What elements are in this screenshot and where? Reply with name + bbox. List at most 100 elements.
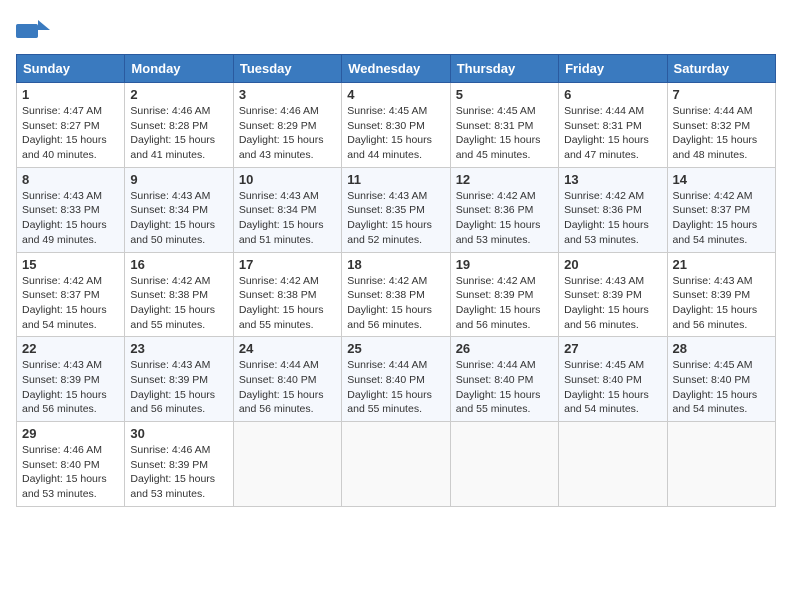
sunset-label: Sunset: 8:36 PM xyxy=(456,204,534,216)
calendar-cell: 30 Sunrise: 4:46 AM Sunset: 8:39 PM Dayl… xyxy=(125,422,233,507)
sunrise-label: Sunrise: 4:45 AM xyxy=(347,105,427,117)
calendar-cell: 12 Sunrise: 4:42 AM Sunset: 8:36 PM Dayl… xyxy=(450,167,558,252)
sunrise-label: Sunrise: 4:43 AM xyxy=(130,359,210,371)
calendar-cell: 10 Sunrise: 4:43 AM Sunset: 8:34 PM Dayl… xyxy=(233,167,341,252)
sunrise-label: Sunrise: 4:42 AM xyxy=(239,275,319,287)
day-number: 23 xyxy=(130,341,227,356)
day-number: 6 xyxy=(564,87,661,102)
day-info: Sunrise: 4:43 AM Sunset: 8:39 PM Dayligh… xyxy=(673,274,770,333)
calendar-header-row: SundayMondayTuesdayWednesdayThursdayFrid… xyxy=(17,55,776,83)
sunset-label: Sunset: 8:40 PM xyxy=(22,459,100,471)
daylight-label: Daylight: 15 hoursand 43 minutes. xyxy=(239,134,324,161)
sunset-label: Sunset: 8:31 PM xyxy=(456,120,534,132)
day-number: 19 xyxy=(456,257,553,272)
day-info: Sunrise: 4:44 AM Sunset: 8:40 PM Dayligh… xyxy=(456,358,553,417)
sunset-label: Sunset: 8:39 PM xyxy=(130,459,208,471)
daylight-label: Daylight: 15 hoursand 55 minutes. xyxy=(456,389,541,416)
day-info: Sunrise: 4:43 AM Sunset: 8:33 PM Dayligh… xyxy=(22,189,119,248)
sunset-label: Sunset: 8:40 PM xyxy=(456,374,534,386)
calendar-cell: 2 Sunrise: 4:46 AM Sunset: 8:28 PM Dayli… xyxy=(125,83,233,168)
sunset-label: Sunset: 8:33 PM xyxy=(22,204,100,216)
day-info: Sunrise: 4:43 AM Sunset: 8:34 PM Dayligh… xyxy=(130,189,227,248)
calendar-header-monday: Monday xyxy=(125,55,233,83)
calendar-week-row: 29 Sunrise: 4:46 AM Sunset: 8:40 PM Dayl… xyxy=(17,422,776,507)
day-info: Sunrise: 4:45 AM Sunset: 8:40 PM Dayligh… xyxy=(673,358,770,417)
day-info: Sunrise: 4:45 AM Sunset: 8:31 PM Dayligh… xyxy=(456,104,553,163)
sunrise-label: Sunrise: 4:42 AM xyxy=(673,190,753,202)
calendar-table: SundayMondayTuesdayWednesdayThursdayFrid… xyxy=(16,54,776,507)
day-info: Sunrise: 4:46 AM Sunset: 8:29 PM Dayligh… xyxy=(239,104,336,163)
calendar-cell: 14 Sunrise: 4:42 AM Sunset: 8:37 PM Dayl… xyxy=(667,167,775,252)
sunset-label: Sunset: 8:39 PM xyxy=(673,289,751,301)
calendar-cell: 11 Sunrise: 4:43 AM Sunset: 8:35 PM Dayl… xyxy=(342,167,450,252)
day-info: Sunrise: 4:42 AM Sunset: 8:38 PM Dayligh… xyxy=(130,274,227,333)
day-number: 29 xyxy=(22,426,119,441)
sunset-label: Sunset: 8:29 PM xyxy=(239,120,317,132)
sunrise-label: Sunrise: 4:44 AM xyxy=(456,359,536,371)
day-number: 14 xyxy=(673,172,770,187)
daylight-label: Daylight: 15 hoursand 40 minutes. xyxy=(22,134,107,161)
daylight-label: Daylight: 15 hoursand 44 minutes. xyxy=(347,134,432,161)
calendar-header-saturday: Saturday xyxy=(667,55,775,83)
day-number: 9 xyxy=(130,172,227,187)
sunset-label: Sunset: 8:34 PM xyxy=(130,204,208,216)
day-info: Sunrise: 4:47 AM Sunset: 8:27 PM Dayligh… xyxy=(22,104,119,163)
calendar-cell: 6 Sunrise: 4:44 AM Sunset: 8:31 PM Dayli… xyxy=(559,83,667,168)
sunrise-label: Sunrise: 4:44 AM xyxy=(239,359,319,371)
calendar-cell: 24 Sunrise: 4:44 AM Sunset: 8:40 PM Dayl… xyxy=(233,337,341,422)
calendar-cell: 15 Sunrise: 4:42 AM Sunset: 8:37 PM Dayl… xyxy=(17,252,125,337)
day-number: 17 xyxy=(239,257,336,272)
day-number: 3 xyxy=(239,87,336,102)
day-info: Sunrise: 4:42 AM Sunset: 8:36 PM Dayligh… xyxy=(564,189,661,248)
day-info: Sunrise: 4:43 AM Sunset: 8:34 PM Dayligh… xyxy=(239,189,336,248)
calendar-header-sunday: Sunday xyxy=(17,55,125,83)
daylight-label: Daylight: 15 hoursand 56 minutes. xyxy=(130,389,215,416)
calendar-cell xyxy=(559,422,667,507)
sunset-label: Sunset: 8:35 PM xyxy=(347,204,425,216)
day-info: Sunrise: 4:45 AM Sunset: 8:40 PM Dayligh… xyxy=(564,358,661,417)
sunset-label: Sunset: 8:27 PM xyxy=(22,120,100,132)
calendar-cell: 8 Sunrise: 4:43 AM Sunset: 8:33 PM Dayli… xyxy=(17,167,125,252)
sunrise-label: Sunrise: 4:44 AM xyxy=(347,359,427,371)
sunrise-label: Sunrise: 4:42 AM xyxy=(130,275,210,287)
calendar-week-row: 8 Sunrise: 4:43 AM Sunset: 8:33 PM Dayli… xyxy=(17,167,776,252)
day-number: 10 xyxy=(239,172,336,187)
daylight-label: Daylight: 15 hoursand 56 minutes. xyxy=(564,304,649,331)
daylight-label: Daylight: 15 hoursand 54 minutes. xyxy=(22,304,107,331)
sunrise-label: Sunrise: 4:47 AM xyxy=(22,105,102,117)
sunset-label: Sunset: 8:40 PM xyxy=(673,374,751,386)
day-number: 8 xyxy=(22,172,119,187)
daylight-label: Daylight: 15 hoursand 53 minutes. xyxy=(456,219,541,246)
calendar-header-thursday: Thursday xyxy=(450,55,558,83)
day-number: 5 xyxy=(456,87,553,102)
calendar-cell: 5 Sunrise: 4:45 AM Sunset: 8:31 PM Dayli… xyxy=(450,83,558,168)
day-number: 30 xyxy=(130,426,227,441)
calendar-cell: 25 Sunrise: 4:44 AM Sunset: 8:40 PM Dayl… xyxy=(342,337,450,422)
sunset-label: Sunset: 8:31 PM xyxy=(564,120,642,132)
daylight-label: Daylight: 15 hoursand 56 minutes. xyxy=(347,304,432,331)
calendar-week-row: 15 Sunrise: 4:42 AM Sunset: 8:37 PM Dayl… xyxy=(17,252,776,337)
calendar-cell: 18 Sunrise: 4:42 AM Sunset: 8:38 PM Dayl… xyxy=(342,252,450,337)
day-number: 16 xyxy=(130,257,227,272)
daylight-label: Daylight: 15 hoursand 55 minutes. xyxy=(347,389,432,416)
daylight-label: Daylight: 15 hoursand 54 minutes. xyxy=(564,389,649,416)
day-info: Sunrise: 4:44 AM Sunset: 8:32 PM Dayligh… xyxy=(673,104,770,163)
calendar-cell xyxy=(667,422,775,507)
calendar-cell: 3 Sunrise: 4:46 AM Sunset: 8:29 PM Dayli… xyxy=(233,83,341,168)
daylight-label: Daylight: 15 hoursand 53 minutes. xyxy=(22,473,107,500)
sunset-label: Sunset: 8:39 PM xyxy=(456,289,534,301)
day-number: 11 xyxy=(347,172,444,187)
sunrise-label: Sunrise: 4:44 AM xyxy=(564,105,644,117)
day-number: 2 xyxy=(130,87,227,102)
sunrise-label: Sunrise: 4:43 AM xyxy=(564,275,644,287)
day-info: Sunrise: 4:44 AM Sunset: 8:31 PM Dayligh… xyxy=(564,104,661,163)
calendar-cell: 27 Sunrise: 4:45 AM Sunset: 8:40 PM Dayl… xyxy=(559,337,667,422)
day-info: Sunrise: 4:43 AM Sunset: 8:35 PM Dayligh… xyxy=(347,189,444,248)
day-info: Sunrise: 4:46 AM Sunset: 8:39 PM Dayligh… xyxy=(130,443,227,502)
calendar-cell: 16 Sunrise: 4:42 AM Sunset: 8:38 PM Dayl… xyxy=(125,252,233,337)
sunset-label: Sunset: 8:28 PM xyxy=(130,120,208,132)
calendar-week-row: 1 Sunrise: 4:47 AM Sunset: 8:27 PM Dayli… xyxy=(17,83,776,168)
day-info: Sunrise: 4:42 AM Sunset: 8:38 PM Dayligh… xyxy=(239,274,336,333)
sunset-label: Sunset: 8:40 PM xyxy=(239,374,317,386)
sunrise-label: Sunrise: 4:44 AM xyxy=(673,105,753,117)
